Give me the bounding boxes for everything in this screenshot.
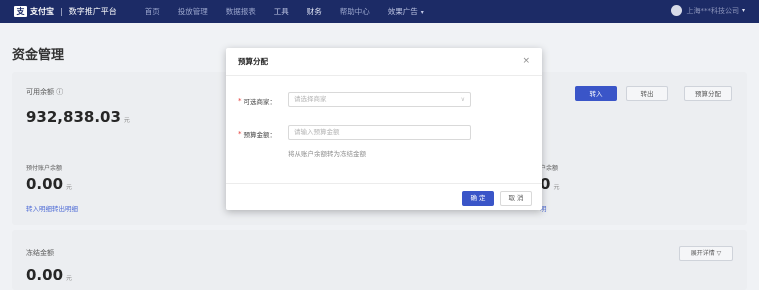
available-balance-label-text: 可用余额 — [26, 88, 54, 96]
frozen-amount: 0.00 — [26, 266, 64, 284]
nav-item-help[interactable]: 帮助中心 — [340, 6, 370, 17]
prepaid-balance-unit: 元 — [66, 184, 73, 191]
page-title: 资金管理 — [12, 48, 65, 63]
nav-item-performance-ads[interactable]: 效果广告 ▾ — [388, 6, 424, 17]
amount-hint: 将从账户余额转为冻结金额 — [288, 150, 366, 158]
available-balance-unit: 元 — [123, 117, 130, 124]
available-balance-amount: 932,838.03 — [26, 108, 121, 126]
transfer-out-detail-link[interactable]: 转出明细 — [52, 203, 78, 213]
amount-input-placeholder: 请输入预算金额 — [294, 128, 340, 136]
top-nav-bar: 支 支付宝 | 数字推广平台 首页 投放管理 数据报表 工具 财务 帮助中心 效… — [0, 0, 759, 23]
frozen-amount-value: 0.00 元 — [26, 266, 72, 284]
transfer-in-detail-link[interactable]: 转入明细 — [26, 203, 52, 213]
required-mark: * — [238, 97, 242, 105]
chevron-down-icon: ∨ — [460, 96, 465, 103]
nav-item-finance[interactable]: 财务 — [307, 6, 322, 17]
available-balance-label: 可用余额 ⓘ — [26, 87, 63, 97]
merchant-label: 可选商家： — [243, 98, 277, 106]
transfer-out-button[interactable]: 转出 — [626, 86, 668, 101]
nav-item-reports[interactable]: 数据报表 — [226, 6, 256, 17]
brand-name: 支付宝 — [30, 7, 54, 16]
platform-name: 数字推广平台 — [68, 7, 117, 16]
budget-allocation-modal: 预算分配 × * 可选商家： 请选择商家 ∨ * 预算金额： 请输入预算金额 将… — [226, 48, 542, 210]
chevron-down-icon: ▾ — [420, 9, 424, 16]
other-balance-unit: 元 — [553, 184, 560, 191]
nav-item-campaigns[interactable]: 投放管理 — [178, 6, 208, 17]
avatar — [671, 5, 683, 16]
modal-title: 预算分配 — [238, 57, 268, 66]
amount-input[interactable]: 请输入预算金额 — [288, 125, 471, 140]
amount-form-row: * 预算金额： — [238, 129, 276, 139]
main-nav: 首页 投放管理 数据报表 工具 财务 帮助中心 效果广告 ▾ — [127, 6, 424, 17]
chevron-down-icon: ▾ — [741, 7, 745, 14]
prepaid-balance-label: 预付账户余额 — [26, 165, 63, 172]
prepaid-balance-amount: 0.00 — [26, 175, 64, 193]
user-menu[interactable]: 上海***科技公司 ▾ — [671, 5, 745, 16]
transfer-in-button[interactable]: 转入 — [575, 86, 617, 101]
alipay-logo-icon[interactable]: 支 — [14, 6, 27, 17]
frozen-card: 冻结金额 0.00 元 展开详情 ▽ — [12, 230, 747, 290]
required-mark: * — [238, 130, 242, 138]
nav-item-home[interactable]: 首页 — [145, 6, 160, 17]
prepaid-balance-value: 0.00 元 — [26, 175, 72, 193]
other-balance-label: 户余额 — [540, 165, 559, 172]
budget-allocation-button[interactable]: 预算分配 — [684, 86, 732, 101]
cancel-button[interactable]: 取 消 — [500, 191, 532, 206]
merchant-form-row: * 可选商家： — [238, 96, 276, 106]
nav-item-tools[interactable]: 工具 — [274, 6, 289, 17]
frozen-amount-label: 冻结金额 — [26, 249, 54, 257]
confirm-button[interactable]: 确 定 — [462, 191, 494, 206]
merchant-select-placeholder: 请选择商家 — [294, 95, 327, 103]
nav-item-performance-ads-label: 效果广告 — [387, 7, 418, 16]
user-name: 上海***科技公司 — [686, 6, 739, 15]
expand-details-button[interactable]: 展开详情 ▽ — [679, 246, 733, 261]
other-balance-value: 0元 — [540, 175, 559, 193]
help-icon[interactable]: ⓘ — [56, 88, 63, 96]
brand-separator: | — [60, 7, 63, 16]
frozen-amount-unit: 元 — [66, 275, 73, 282]
close-icon[interactable]: × — [522, 56, 530, 66]
modal-footer: 确 定 取 消 — [226, 183, 542, 210]
amount-label: 预算金额： — [243, 131, 277, 139]
modal-header: 预算分配 — [226, 48, 542, 76]
available-balance-value: 932,838.03 元 — [26, 108, 130, 126]
merchant-select[interactable]: 请选择商家 ∨ — [288, 92, 471, 107]
